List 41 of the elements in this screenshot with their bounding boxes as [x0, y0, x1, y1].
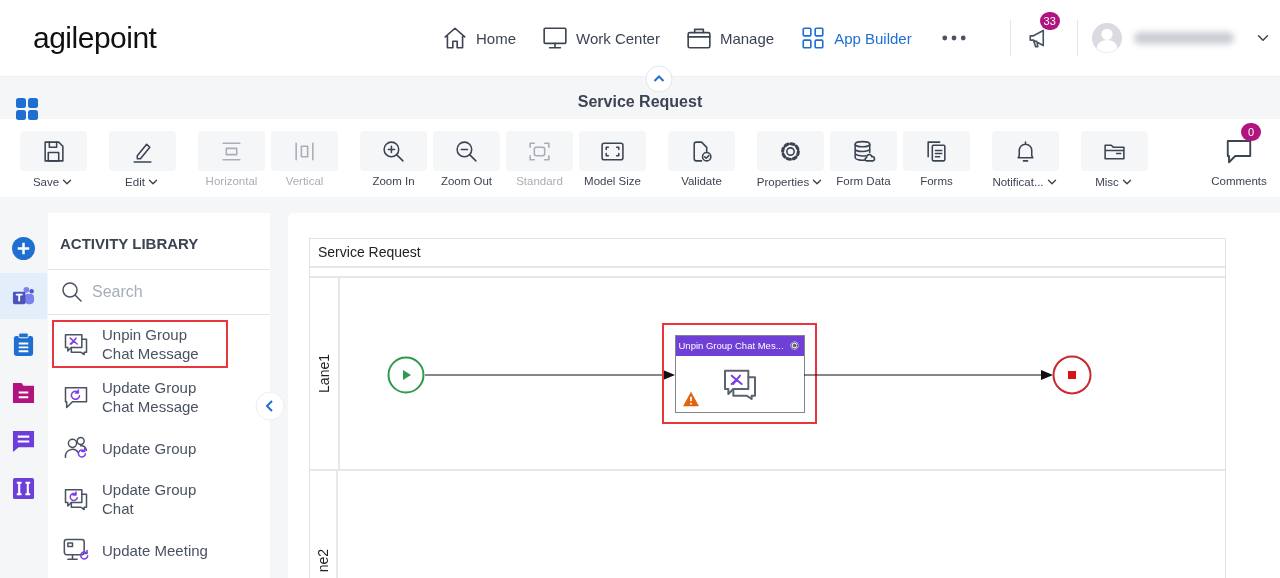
lane-label: ne2 — [315, 549, 331, 573]
panel-title: ACTIVITY LIBRARY — [48, 213, 270, 270]
zoom-out-icon — [454, 138, 479, 164]
save-icon — [41, 138, 66, 164]
collapse-button[interactable] — [645, 65, 673, 93]
activity-title: Unpin Group Chat Mes... — [678, 340, 784, 351]
end-event — [1052, 355, 1092, 395]
grid-icon — [800, 25, 827, 51]
pool-title: Service Request — [310, 239, 1225, 268]
nav-link[interactable]: App Builder — [800, 25, 912, 51]
activity-item[interactable]: Update Group — [52, 426, 228, 470]
start-event — [387, 356, 425, 394]
nav-link[interactable]: Home — [442, 25, 516, 51]
page-title: Service Request — [577, 93, 703, 111]
text-field-icon — [12, 476, 35, 500]
forms-icon — [924, 138, 949, 164]
activity-item[interactable]: Unpin Group Chat Message — [52, 320, 228, 368]
chat-icon — [12, 428, 35, 452]
document-icon — [12, 380, 35, 404]
nav-link[interactable]: Work Center — [542, 25, 660, 51]
lane-label: Lane1 — [316, 354, 332, 393]
clipboard-icon — [12, 332, 35, 356]
nav-link[interactable]: Manage — [685, 25, 775, 51]
zoom-in-icon — [381, 138, 406, 164]
plus-icon — [12, 236, 35, 260]
comment-count-badge: 0 — [1241, 123, 1261, 141]
activity-item[interactable]: Update Group Chat Message — [52, 373, 228, 421]
apps-icon[interactable] — [15, 97, 39, 121]
activity-node[interactable]: Unpin Group Chat Mes... — [674, 334, 805, 413]
logo[interactable]: agilepoint — [33, 21, 442, 55]
collapse-panel-button[interactable] — [255, 391, 285, 421]
database-icon — [851, 138, 876, 164]
teams-rail-button[interactable] — [0, 273, 47, 319]
monitor-icon — [542, 25, 568, 51]
search-icon — [60, 280, 84, 304]
activity-item[interactable]: Update Group Chat — [52, 475, 228, 523]
more-icon[interactable] — [941, 35, 966, 41]
home-icon — [442, 25, 468, 51]
notification-badge: 33 — [1039, 12, 1060, 30]
settings-icon[interactable] — [787, 339, 801, 352]
activity-item[interactable]: Update Meeting — [52, 528, 228, 572]
